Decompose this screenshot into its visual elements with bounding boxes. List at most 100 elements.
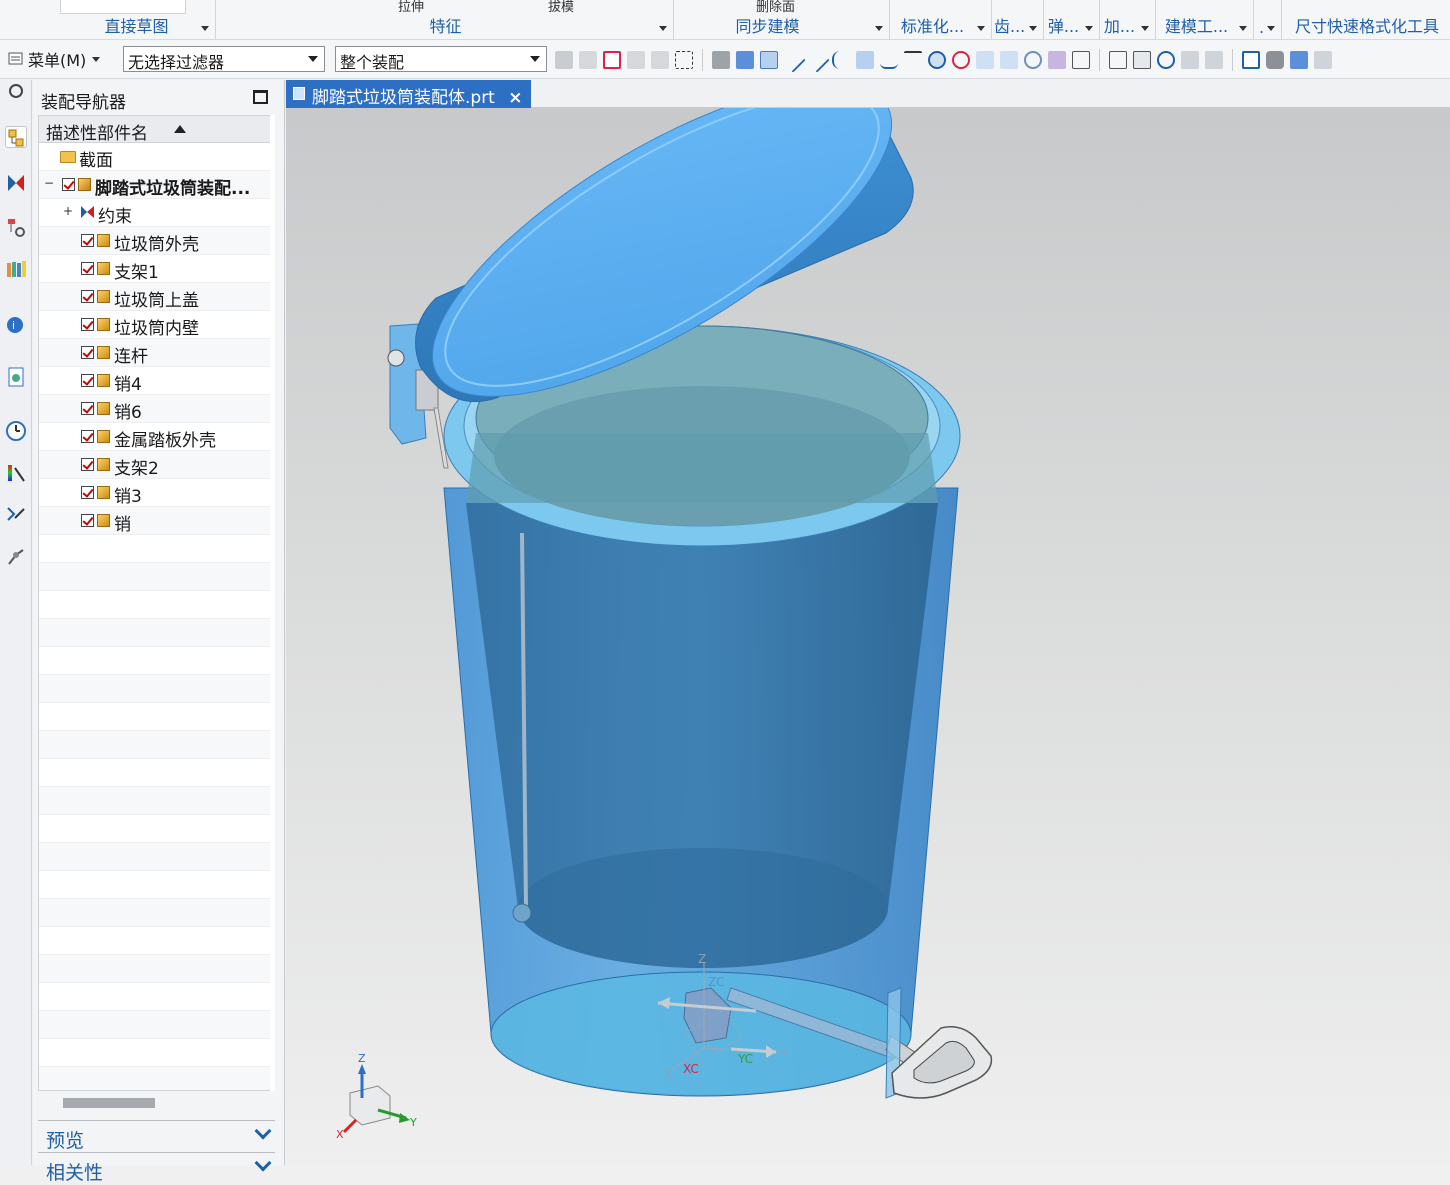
select-body-icon[interactable] [579, 51, 597, 69]
visibility-checkbox[interactable] [81, 290, 94, 303]
quadrant-icon[interactable] [952, 51, 970, 69]
preview-panel-header[interactable]: 预览 [38, 1120, 275, 1152]
visibility-checkbox[interactable] [81, 458, 94, 471]
ribbon-group-standardize[interactable]: 标准化... [892, 0, 992, 40]
tree-row-part[interactable]: 销6 [39, 395, 274, 423]
visibility-checkbox[interactable] [81, 234, 94, 247]
center-point-icon[interactable] [928, 51, 946, 69]
constraint-navigator-icon[interactable] [5, 172, 27, 194]
visibility-checkbox[interactable] [81, 430, 94, 443]
ribbon-group-direct-sketch[interactable]: 直接草图 [58, 0, 216, 40]
maximize-icon[interactable] [253, 90, 268, 104]
menu-button[interactable]: 菜单(M) [8, 48, 101, 70]
rotate-icon[interactable] [1157, 51, 1175, 69]
tree-row-part[interactable]: 垃圾筒上盖 [39, 283, 274, 311]
perspective-icon[interactable] [1205, 51, 1223, 69]
collapse-icon[interactable]: − [44, 177, 54, 189]
on-surface-icon[interactable] [1024, 51, 1042, 69]
tree-row-part[interactable]: 垃圾筒外壳 [39, 227, 274, 255]
select-edge-icon[interactable] [627, 51, 645, 69]
line-icon[interactable] [780, 47, 806, 73]
select-feature-icon[interactable] [555, 51, 573, 69]
tools-icon[interactable] [5, 546, 27, 568]
expand-icon[interactable]: + [63, 205, 73, 217]
visibility-checkbox[interactable] [81, 514, 94, 527]
history-icon[interactable] [5, 366, 27, 388]
end-point-icon[interactable] [804, 47, 830, 73]
ribbon-group-dim-format[interactable]: 尺寸快速格式化工具 [1284, 0, 1450, 40]
visibility-checkbox[interactable] [62, 178, 75, 191]
ribbon-group-add[interactable]: 加... [1102, 0, 1156, 40]
reuse-library-icon[interactable] [5, 258, 27, 280]
ribbon-group-modeling-tools[interactable]: 建模工... [1158, 0, 1254, 40]
chevron-down-icon[interactable] [1029, 26, 1037, 31]
clock-icon[interactable] [5, 420, 27, 442]
graphics-viewport[interactable]: Z ZC XC YC Y X Z Y X [286, 108, 1450, 1165]
tree-row-part[interactable]: 支架1 [39, 255, 274, 283]
visibility-checkbox[interactable] [81, 262, 94, 275]
selection-scope-dropdown[interactable]: 整个装配 [335, 46, 547, 72]
intersection-icon[interactable] [976, 51, 994, 69]
zoom-icon[interactable] [1133, 51, 1151, 69]
visibility-checkbox[interactable] [81, 402, 94, 415]
tree-row-part[interactable]: 金属踏板外壳 [39, 423, 274, 451]
role-icon[interactable] [5, 462, 27, 484]
visibility-checkbox[interactable] [81, 374, 94, 387]
chevron-down-icon[interactable] [659, 26, 667, 31]
pan-icon[interactable] [1181, 51, 1199, 69]
orient-view-icon[interactable] [1290, 51, 1308, 69]
inner-bucket[interactable] [466, 503, 938, 968]
chevron-down-icon[interactable] [977, 26, 985, 31]
fit-view-icon[interactable] [1109, 51, 1127, 69]
perpendicular-icon[interactable] [904, 51, 922, 69]
tree-row-part[interactable]: 连杆 [39, 339, 274, 367]
tree-row-sections[interactable]: 截面 [39, 143, 274, 171]
close-icon[interactable]: × [508, 88, 522, 108]
system-scene-icon[interactable] [5, 504, 27, 526]
sheet-body-icon[interactable] [736, 51, 754, 69]
spline-icon[interactable] [856, 51, 874, 69]
wave-icon[interactable] [880, 51, 898, 69]
web-browser-icon[interactable]: i [5, 312, 27, 334]
horizontal-scrollbar-thumb[interactable] [63, 1098, 155, 1108]
tree-row-part[interactable]: 支架2 [39, 451, 274, 479]
tree-row-part[interactable]: 销4 [39, 367, 274, 395]
selection-filter-dropdown[interactable]: 无选择过滤器 [123, 46, 325, 72]
box-select-icon[interactable] [675, 51, 693, 69]
visibility-checkbox[interactable] [81, 318, 94, 331]
ribbon-group-sync-modeling[interactable]: 删除面 同步建模 [676, 0, 890, 40]
render-style-icon[interactable] [1266, 51, 1284, 69]
tree-row-constraints[interactable]: + 约束 [39, 199, 274, 227]
ribbon-group-more[interactable]: . [1256, 0, 1282, 40]
chevron-down-icon[interactable] [201, 26, 209, 31]
select-curve-icon[interactable] [651, 51, 669, 69]
arc-icon[interactable] [832, 51, 850, 69]
vertical-scrollbar[interactable] [270, 115, 275, 1091]
on-curve-icon[interactable] [1000, 51, 1018, 69]
bounded-grid-icon[interactable] [1048, 51, 1066, 69]
tree-row-root-assembly[interactable]: − 脚踏式垃圾筒装配... [39, 171, 274, 199]
snap-point-icon[interactable] [760, 51, 778, 69]
tree-row-part[interactable]: 垃圾筒内壁 [39, 311, 274, 339]
ribbon-group-gear[interactable]: 齿... [994, 0, 1044, 40]
part-navigator-icon[interactable] [5, 216, 27, 238]
select-face-icon[interactable] [603, 51, 621, 69]
dependencies-panel-header[interactable]: 相关性 [38, 1152, 275, 1184]
assembly-navigator-icon[interactable] [5, 126, 27, 148]
layout-icon[interactable] [1072, 51, 1090, 69]
tree-row-part[interactable]: 销 [39, 507, 274, 535]
ribbon-group-feature[interactable]: 拉伸 拔模 特征 [218, 0, 674, 40]
solid-body-icon[interactable] [712, 51, 730, 69]
chevron-down-icon[interactable] [1239, 26, 1247, 31]
file-tab[interactable]: 脚踏式垃圾筒装配体.prt × [286, 80, 531, 108]
chevron-down-icon[interactable] [1267, 26, 1275, 31]
chevron-down-icon[interactable] [1085, 26, 1093, 31]
visibility-checkbox[interactable] [81, 486, 94, 499]
settings-icon[interactable] [9, 84, 23, 98]
column-header[interactable]: 描述性部件名 [39, 116, 274, 144]
chevron-down-icon[interactable] [875, 26, 883, 31]
layer-settings-icon[interactable] [1242, 51, 1260, 69]
show-hide-icon[interactable] [1314, 51, 1332, 69]
tree-row-part[interactable]: 销3 [39, 479, 274, 507]
ribbon-group-spring[interactable]: 弹... [1046, 0, 1100, 40]
